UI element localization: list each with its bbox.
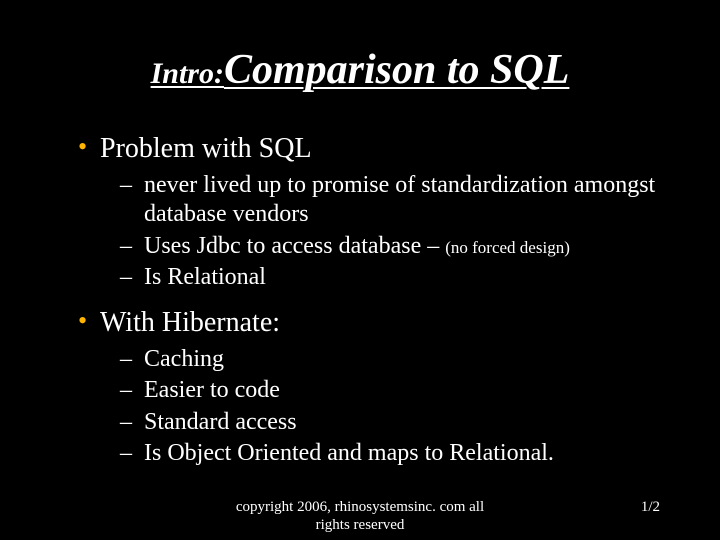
copyright-text: copyright 2006, rhinosystemsinc. com all… <box>230 498 490 534</box>
sub-text: Standard access <box>144 409 297 435</box>
sub-text: never lived up to promise of standardiza… <box>144 172 655 227</box>
title-prefix: Intro: <box>151 57 224 90</box>
sub-item: never lived up to promise of standardiza… <box>120 171 672 230</box>
top-item: Problem with SQL never lived up to promi… <box>78 132 672 292</box>
sub-item: Easier to code <box>120 376 672 405</box>
sub-item: Uses Jdbc to access database – (no force… <box>120 232 672 261</box>
sub-text: Uses Jdbc to access database – <box>144 233 445 259</box>
top-item-label: With Hibernate: <box>100 307 280 338</box>
top-item: With Hibernate: Caching Easier to code S… <box>78 306 672 468</box>
title-main: Comparison to SQL <box>224 47 569 93</box>
sub-text: Is Relational <box>144 264 266 290</box>
sub-text: Caching <box>144 346 224 372</box>
sub-item: Caching <box>120 345 672 374</box>
sub-list: never lived up to promise of standardiza… <box>100 171 672 292</box>
sub-item: Is Object Oriented and maps to Relationa… <box>120 439 672 468</box>
bullet-list: Problem with SQL never lived up to promi… <box>48 132 672 468</box>
sub-list: Caching Easier to code Standard access I… <box>100 345 672 468</box>
slide: Intro:Comparison to SQL Problem with SQL… <box>0 0 720 540</box>
sub-item: Standard access <box>120 408 672 437</box>
page-number: 1/2 <box>641 499 660 516</box>
sub-text: Easier to code <box>144 377 280 403</box>
slide-title: Intro:Comparison to SQL <box>48 46 672 94</box>
sub-item: Is Relational <box>120 263 672 292</box>
sub-text: Is Object Oriented and maps to Relationa… <box>144 440 554 466</box>
top-item-label: Problem with SQL <box>100 133 312 164</box>
sub-note: (no forced design) <box>445 238 570 257</box>
